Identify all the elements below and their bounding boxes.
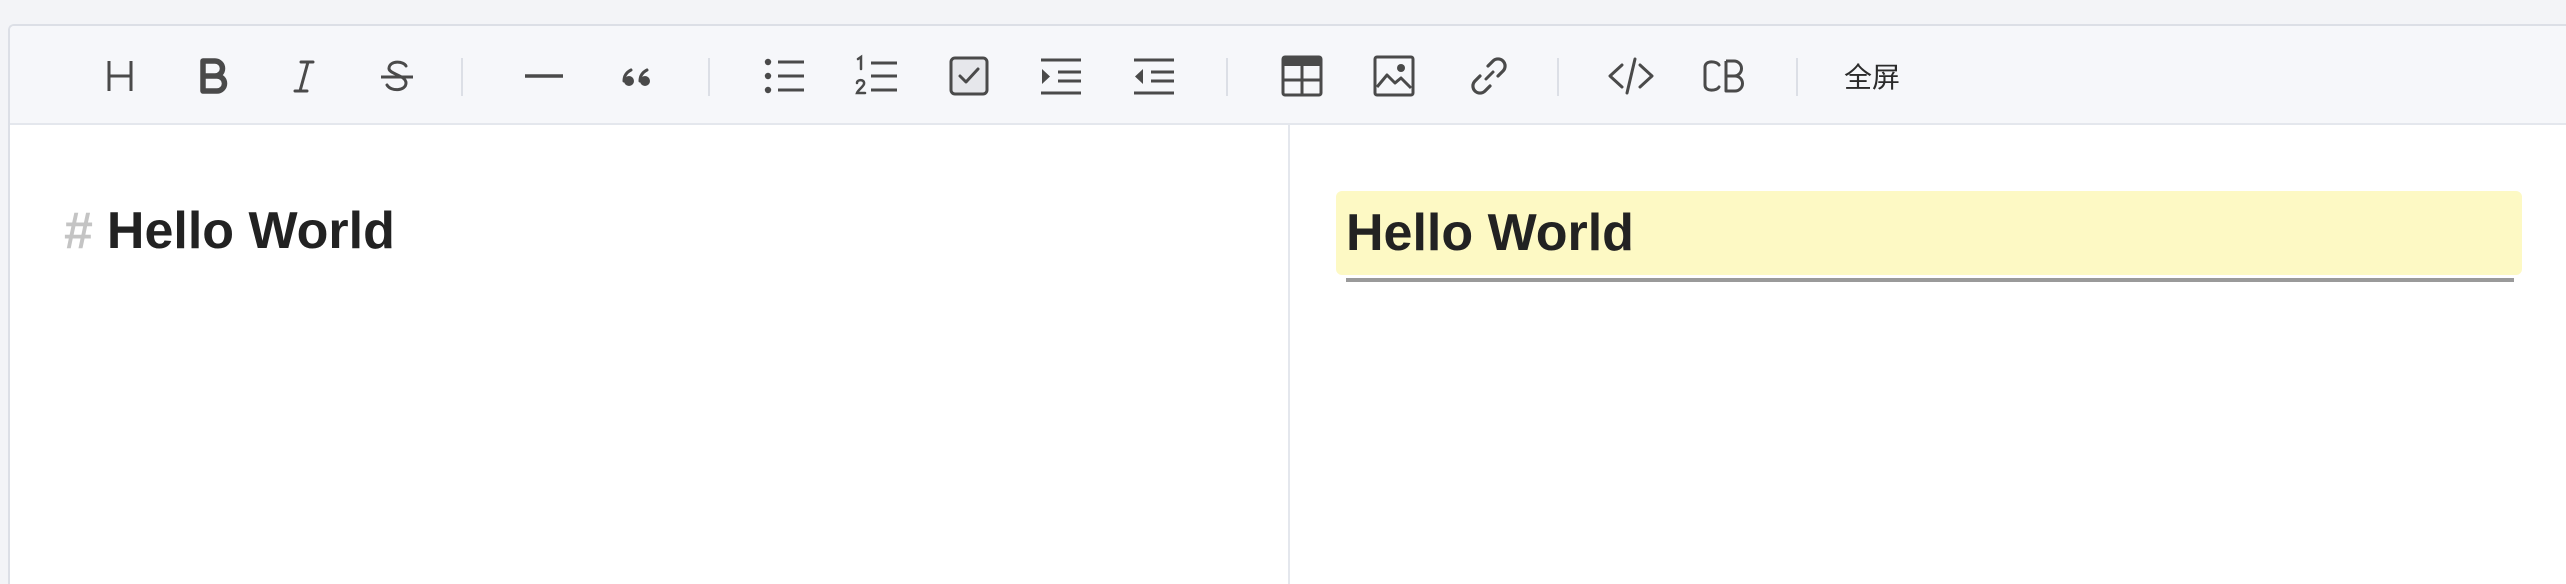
toolbar-divider [1557,58,1559,96]
image-icon [1373,55,1415,97]
indent-icon [1041,58,1081,95]
preview-heading: Hello World [1346,204,1634,262]
italic-button[interactable] [280,52,328,100]
code-icon [1608,57,1654,95]
toolbar-divider [461,58,463,96]
markdown-editor: 全屏 # Hello World Hello World [8,24,2566,584]
markdown-line[interactable]: # Hello World [64,201,395,261]
preview-pane: Hello World [1292,125,2566,584]
bold-button[interactable] [188,52,236,100]
markdown-input-pane[interactable]: # Hello World [10,125,1290,584]
bullet-list-icon [764,58,804,94]
bold-icon [200,58,228,94]
heading-underline [1346,278,2514,282]
code-button[interactable] [1607,52,1655,100]
ordered-list-icon [855,54,897,95]
table-icon [1281,55,1323,97]
quote-button[interactable] [612,52,660,100]
quote-icon [622,68,650,86]
italic-icon [293,60,315,93]
bullet-list-button[interactable] [761,52,809,100]
table-button[interactable] [1278,52,1326,100]
strikethrough-button[interactable] [373,52,421,100]
code-block-button[interactable] [1699,52,1747,100]
toolbar-divider [708,58,710,96]
outdent-icon [1134,58,1174,95]
link-button[interactable] [1465,52,1513,100]
indent-button[interactable] [1037,52,1085,100]
checkbox-icon [949,56,989,96]
toolbar-divider [1226,58,1228,96]
preview-heading-highlight: Hello World [1336,191,2522,275]
code-block-icon [1703,59,1744,93]
fullscreen-button[interactable]: 全屏 [1844,52,1900,100]
outdent-button[interactable] [1130,52,1178,100]
checklist-button[interactable] [945,52,993,100]
toolbar-divider [1796,58,1798,96]
heading-icon [107,61,133,91]
strikethrough-icon [381,60,413,92]
link-icon [1471,57,1507,95]
toolbar: 全屏 [10,26,2566,125]
ordered-list-button[interactable] [853,52,901,100]
horizontal-rule-button[interactable] [520,52,568,100]
heading-button[interactable] [96,52,144,100]
horizontal-rule-icon [525,74,563,78]
heading-marker: # [64,202,93,260]
markdown-heading-text: Hello World [106,202,395,260]
image-button[interactable] [1370,52,1418,100]
